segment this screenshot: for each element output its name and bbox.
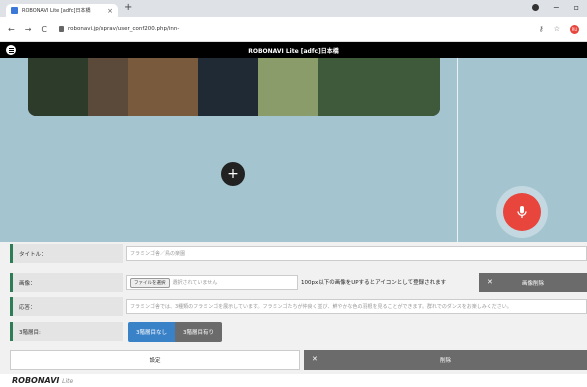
answer-row: 応答： フラミンゴ舎では、3種類のフラミンゴを展示しています。フラミンゴたちが仲… bbox=[10, 297, 587, 316]
save-button[interactable]: 設定 bbox=[10, 350, 300, 370]
microphone-icon bbox=[517, 206, 527, 218]
image-delete-button[interactable]: ✕ 画像削除 bbox=[479, 273, 587, 292]
image-hint: 100px以下の画像をUPするとアイコンとして登録されます bbox=[301, 280, 447, 286]
reload-icon[interactable]: C bbox=[41, 25, 47, 34]
forward-icon[interactable]: → bbox=[25, 25, 32, 34]
maximize-icon[interactable]: ▫ bbox=[574, 3, 579, 12]
map-divider bbox=[457, 58, 458, 242]
window-controls: − ▫ bbox=[531, 3, 579, 12]
image-row: 画像： ファイルを選択 選択されていません 100px以下の画像をUPするとアイ… bbox=[10, 273, 587, 292]
image-delete-label: 画像削除 bbox=[521, 280, 544, 287]
close-icon: ✕ bbox=[312, 355, 318, 363]
brand-name: ROBONAVI bbox=[12, 376, 60, 385]
star-icon[interactable]: ☆ bbox=[554, 25, 560, 33]
title-row: タイトル： フラミンゴ舎／鳥の楽園 bbox=[10, 244, 587, 263]
third-level-off-button[interactable]: 3階層目なし bbox=[128, 322, 175, 342]
microphone-button[interactable] bbox=[503, 193, 541, 231]
browser-tab[interactable]: ROBONAVI Lite [adfc]日本橋 × bbox=[6, 4, 118, 17]
close-icon: ✕ bbox=[487, 278, 493, 286]
image-label: 画像： bbox=[10, 273, 123, 292]
file-status: 選択されていません bbox=[172, 280, 218, 286]
edit-form: タイトル： フラミンゴ舎／鳥の楽園 画像： ファイルを選択 選択されていません … bbox=[0, 242, 587, 387]
answer-input[interactable]: フラミンゴ舎では、3種類のフラミンゴを展示しています。フラミンゴたちが仲良く並び… bbox=[126, 299, 587, 314]
third-level-row: 3階層目: 3階層目なし 3階層目有り bbox=[10, 322, 587, 342]
delete-label: 削除 bbox=[439, 358, 451, 364]
add-point-button[interactable]: + bbox=[221, 162, 245, 186]
footer: ROBONAVI Lite bbox=[0, 374, 587, 387]
brand-sub: Lite bbox=[62, 378, 74, 385]
third-level-on-button[interactable]: 3階層目有り bbox=[175, 322, 222, 342]
profile-avatar[interactable]: RU bbox=[570, 24, 579, 34]
menu-icon[interactable] bbox=[6, 45, 16, 55]
lock-icon bbox=[59, 26, 64, 32]
third-level-toggle: 3階層目なし 3階層目有り bbox=[128, 322, 222, 342]
title-label: タイトル： bbox=[10, 244, 123, 263]
delete-button[interactable]: ✕ 削除 bbox=[304, 350, 587, 370]
header-photo bbox=[28, 58, 440, 116]
app-title: ROBONAVI Lite [adfc]日本橋 bbox=[248, 47, 339, 55]
favicon-icon bbox=[11, 7, 18, 14]
file-input[interactable]: ファイルを選択 選択されていません bbox=[126, 275, 298, 290]
key-icon[interactable]: ⚷ bbox=[539, 25, 544, 33]
tab-close-icon[interactable]: × bbox=[107, 7, 113, 15]
answer-label: 応答： bbox=[10, 297, 123, 316]
minimize-icon[interactable]: − bbox=[553, 3, 560, 12]
url-field[interactable]: robonavi.jp/sprav/user_conf200.php/inn- bbox=[68, 26, 539, 32]
address-bar: ← → C robonavi.jp/sprav/user_conf200.php… bbox=[0, 17, 587, 42]
tab-title: ROBONAVI Lite [adfc]日本橋 bbox=[22, 8, 91, 14]
footer-brand: ROBONAVI Lite bbox=[12, 376, 73, 385]
record-icon[interactable] bbox=[531, 4, 539, 11]
file-select-button[interactable]: ファイルを選択 bbox=[130, 277, 170, 288]
third-level-label: 3階層目: bbox=[10, 322, 123, 341]
new-tab-icon[interactable]: + bbox=[124, 2, 132, 13]
title-input[interactable]: フラミンゴ舎／鳥の楽園 bbox=[126, 246, 587, 261]
app-header: ROBONAVI Lite [adfc]日本橋 bbox=[0, 42, 587, 58]
back-icon[interactable]: ← bbox=[8, 25, 15, 34]
browser-tabbar: ROBONAVI Lite [adfc]日本橋 × + − ▫ bbox=[0, 0, 587, 17]
